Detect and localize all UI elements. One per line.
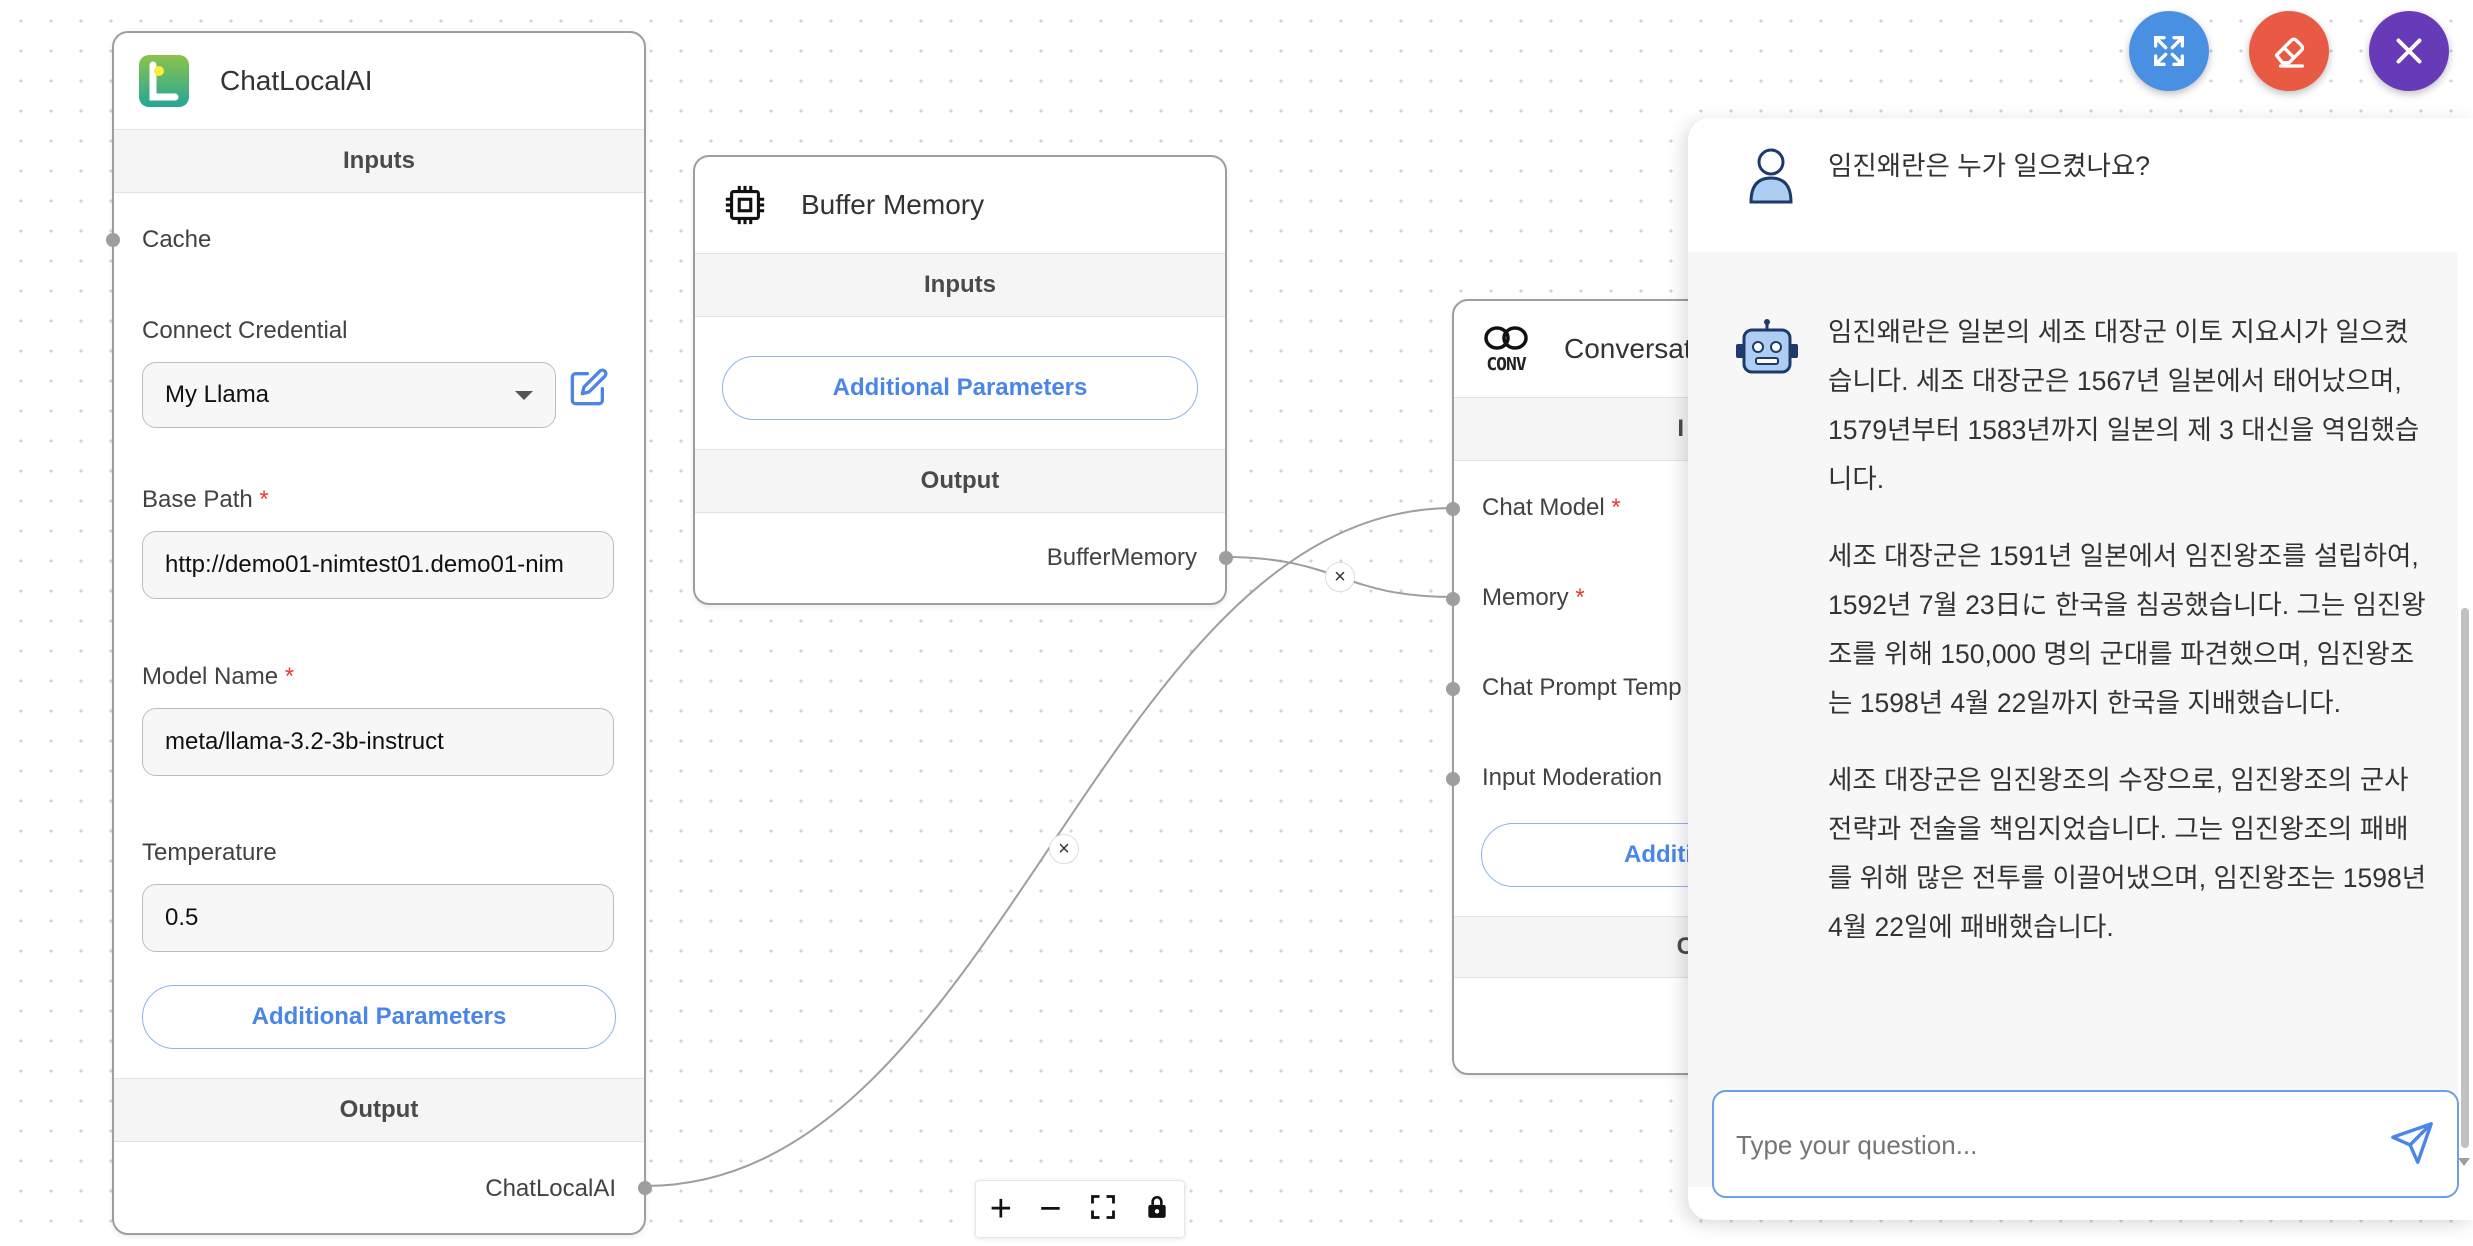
close-chat-button[interactable] xyxy=(2369,11,2449,91)
base-path-input[interactable]: http://demo01-nimtest01.demo01-nim xyxy=(142,531,614,599)
remove-glyph: × xyxy=(1058,837,1070,860)
edge-remove-button[interactable]: × xyxy=(1049,834,1079,864)
scroll-down-icon[interactable] xyxy=(2458,1158,2470,1166)
chevron-down-icon xyxy=(515,390,533,400)
remove-glyph: × xyxy=(1334,565,1346,588)
output-header: Output xyxy=(695,449,1225,513)
cache-handle[interactable] xyxy=(106,233,120,247)
expand-icon xyxy=(2154,36,2184,67)
eraser-icon xyxy=(2274,37,2305,68)
chat-model-handle[interactable] xyxy=(1446,502,1460,516)
input-moderation-handle[interactable] xyxy=(1446,772,1460,786)
output-header: Output xyxy=(114,1078,644,1142)
model-name-input[interactable]: meta/llama-3.2-3b-instruct xyxy=(142,708,614,776)
node-title: ChatLocalAI xyxy=(220,65,373,96)
memory-handle[interactable] xyxy=(1446,592,1460,606)
temperature-label: Temperature xyxy=(142,839,277,866)
credential-select[interactable]: My Llama xyxy=(142,362,556,428)
node-header: Buffer Memory xyxy=(695,157,1225,253)
canvas-controls: + − xyxy=(975,1180,1185,1238)
lock-icon[interactable] xyxy=(1144,1193,1170,1226)
close-icon xyxy=(2396,38,2422,64)
conv-icon-text: CONV xyxy=(1486,353,1526,375)
inputs-header: Inputs xyxy=(695,253,1225,317)
model-name-label: Model Name * xyxy=(142,663,294,691)
chat-model-text: Chat Model xyxy=(1482,494,1605,521)
chat-input-wrapper xyxy=(1712,1090,2459,1198)
chat-panel: 임진왜란은 누가 일으켰나요? 임진왜란은 일본의 세조 대장군 이토 지요시가… xyxy=(1688,118,2473,1220)
memory-label: Memory * xyxy=(1482,584,1585,612)
zoom-in-button[interactable]: + xyxy=(990,1190,1012,1228)
input-moderation-label: Input Moderation xyxy=(1482,764,1663,791)
bot-message-text: 임진왜란은 일본의 세조 대장군 이토 지요시가 일으켰습니다. 세조 대장군은… xyxy=(1828,308,2428,980)
required-mark: * xyxy=(284,663,295,690)
memory-chip-icon xyxy=(717,177,773,233)
bot-paragraph: 임진왜란은 일본의 세조 대장군 이토 지요시가 일으켰습니다. 세조 대장군은… xyxy=(1828,317,2420,494)
edit-icon[interactable] xyxy=(569,367,609,407)
temperature-input[interactable]: 0.5 xyxy=(142,884,614,952)
send-button[interactable] xyxy=(2389,1120,2435,1171)
conversation-icon: CONV xyxy=(1476,321,1536,377)
clear-chat-button[interactable] xyxy=(2249,11,2329,91)
user-message: 임진왜란은 누가 일으켰나요? xyxy=(1688,118,2473,252)
fit-view-icon[interactable] xyxy=(1089,1193,1117,1226)
node-title: Conversat xyxy=(1564,333,1692,364)
chat-input[interactable] xyxy=(1734,1114,2358,1176)
user-message-text: 임진왜란은 누가 일으켰나요? xyxy=(1828,151,2151,181)
bot-paragraph: 세조 대장군은 임진왕조의 수장으로, 임진왕조의 군사 전략과 전술을 책임지… xyxy=(1828,765,2427,942)
bot-avatar-icon xyxy=(1734,318,1800,385)
base-path-label: Base Path * xyxy=(142,486,269,514)
chat-model-label: Chat Model * xyxy=(1482,494,1621,522)
credential-label: Connect Credential xyxy=(142,317,348,344)
chat-prompt-label: Chat Prompt Temp xyxy=(1482,674,1682,701)
chat-scrollbar[interactable] xyxy=(2461,608,2469,1148)
cache-label: Cache xyxy=(142,226,212,253)
required-mark: * xyxy=(1575,584,1585,611)
memory-text: Memory xyxy=(1482,584,1569,611)
output-label: ChatLocalAI xyxy=(485,1175,616,1202)
additional-parameters-button[interactable]: Additional Parameters xyxy=(722,356,1198,420)
buffer-memory-node[interactable]: Buffer Memory Inputs Additional Paramete… xyxy=(693,155,1233,605)
output-handle[interactable] xyxy=(1219,551,1233,565)
send-icon xyxy=(2391,1122,2433,1164)
base-path-text: Base Path xyxy=(142,486,253,513)
chat-prompt-handle[interactable] xyxy=(1446,682,1460,696)
zoom-out-button[interactable]: − xyxy=(1039,1190,1061,1228)
additional-parameters-button[interactable]: Additional Parameters xyxy=(142,985,616,1049)
chatlocalai-node[interactable]: ChatLocalAI Inputs Cache Connect Credent… xyxy=(106,31,652,1235)
localai-logo-icon xyxy=(136,53,192,109)
output-handle[interactable] xyxy=(638,1181,652,1195)
inputs-header: Inputs xyxy=(114,129,644,193)
node-header: ChatLocalAI xyxy=(114,33,644,129)
model-name-text: Model Name xyxy=(142,663,279,690)
node-title: Buffer Memory xyxy=(801,189,985,220)
user-avatar-icon xyxy=(1744,146,1798,211)
bot-message: 임진왜란은 일본의 세조 대장군 이토 지요시가 일으켰습니다. 세조 대장군은… xyxy=(1688,252,2458,1187)
required-mark: * xyxy=(259,486,269,513)
bot-paragraph: 세조 대장군은 1591년 일본에서 임진왕조를 설립하여, 1592년 7월 … xyxy=(1828,541,2426,718)
credential-value: My Llama xyxy=(165,381,270,408)
required-mark: * xyxy=(1611,494,1621,521)
output-label: BufferMemory xyxy=(1046,544,1197,571)
edge-remove-button[interactable]: × xyxy=(1325,562,1355,592)
expand-chat-button[interactable] xyxy=(2129,11,2209,91)
